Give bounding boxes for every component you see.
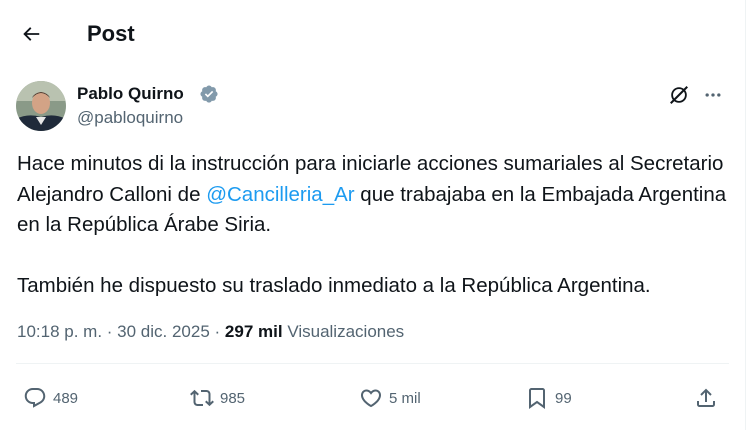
- tweet-paragraph-2: También he dispuesto su traslado inmedia…: [17, 274, 651, 297]
- mention-link[interactable]: @Cancilleria_Ar: [206, 183, 354, 206]
- reply-button[interactable]: 489: [23, 380, 78, 416]
- tweet-date[interactable]: 30 dic. 2025: [117, 322, 210, 341]
- back-button[interactable]: [14, 17, 48, 51]
- reply-icon: [24, 388, 46, 408]
- like-button[interactable]: 5 mil: [359, 380, 421, 416]
- more-button[interactable]: [700, 82, 726, 108]
- tweet-text: Hace minutos di la instrucción para inic…: [17, 149, 729, 302]
- divider: [16, 363, 729, 364]
- bookmark-button[interactable]: 99: [525, 380, 572, 416]
- tweet-meta: 10:18 p. m. · 30 dic. 2025 · 297 mil Vis…: [17, 322, 405, 341]
- views-count: 297 mil: [224, 322, 283, 341]
- action-bar: 489 985 5 mil 99: [0, 380, 745, 416]
- repost-button[interactable]: 985: [190, 380, 245, 416]
- views-label: Visualizaciones: [287, 322, 405, 341]
- reply-count: 489: [53, 389, 79, 407]
- repost-icon: [190, 389, 214, 407]
- arrow-left-icon: [23, 27, 40, 41]
- verified-badge-icon: [199, 84, 219, 104]
- more-horizontal-icon: [705, 93, 721, 97]
- like-count: 5 mil: [389, 389, 421, 407]
- repost-count: 985: [220, 389, 246, 407]
- grok-icon: [670, 86, 688, 104]
- heart-icon: [360, 389, 382, 408]
- header: Post: [0, 0, 745, 66]
- grok-button[interactable]: [666, 82, 692, 108]
- page-title: Post: [87, 21, 135, 46]
- share-button[interactable]: [694, 380, 718, 416]
- author-name[interactable]: Pablo Quirno: [77, 84, 184, 104]
- avatar[interactable]: [16, 81, 66, 131]
- tweet-paragraph-1: Hace minutos di la instrucción para inic…: [17, 149, 729, 241]
- bookmark-icon: [529, 388, 545, 409]
- share-icon: [697, 388, 715, 407]
- bookmark-count: 99: [555, 389, 572, 407]
- author-handle[interactable]: @pabloquirno: [77, 107, 183, 129]
- tweet-time[interactable]: 10:18 p. m.: [17, 322, 102, 341]
